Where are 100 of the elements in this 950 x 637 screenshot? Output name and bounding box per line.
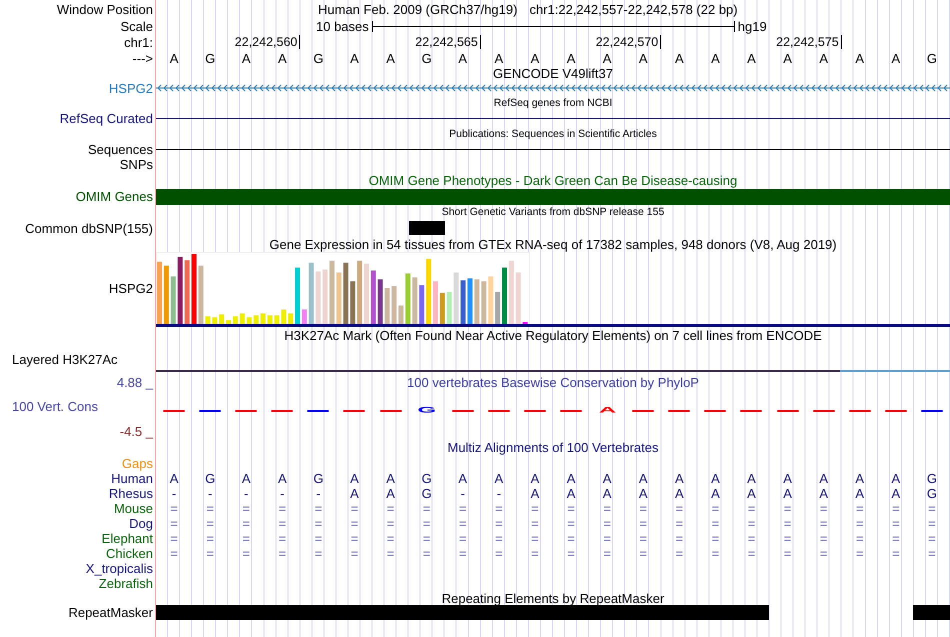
aligned-base: = bbox=[422, 547, 432, 560]
aligned-base: = bbox=[746, 502, 756, 515]
aligned-base: = bbox=[386, 502, 396, 515]
aligned-base: = bbox=[602, 502, 612, 515]
track-title: OMIM Gene Phenotypes - Dark Green Can Be Disease-causing bbox=[368, 174, 738, 186]
expression-bar bbox=[274, 315, 280, 324]
aligned-base: = bbox=[818, 547, 828, 560]
expression-bar bbox=[322, 270, 328, 324]
species-label[interactable]: Elephant bbox=[102, 532, 153, 545]
aligned-base: = bbox=[458, 532, 468, 545]
base-letter: G bbox=[420, 52, 433, 64]
aligned-base: = bbox=[927, 547, 937, 560]
track-title: Repeating Elements by RepeatMasker bbox=[440, 592, 666, 604]
track-label[interactable]: RepeatMasker bbox=[68, 606, 153, 619]
expression-bar bbox=[254, 315, 259, 324]
track-label[interactable]: HSPG2 bbox=[108, 282, 153, 295]
track-label[interactable]: RefSeq Curated bbox=[60, 112, 153, 125]
expression-bar bbox=[440, 292, 445, 324]
aligned-base: A bbox=[782, 472, 793, 485]
expression-bar bbox=[226, 320, 231, 324]
species-label[interactable]: X_tropicalis bbox=[86, 562, 153, 575]
aligned-base: = bbox=[891, 532, 901, 545]
aligned-base: = bbox=[314, 517, 324, 530]
aligned-base: = bbox=[566, 517, 576, 530]
expression-bar bbox=[336, 272, 342, 324]
aligned-base: = bbox=[169, 517, 179, 530]
aligned-base: = bbox=[891, 517, 901, 530]
row-label: Window Position bbox=[56, 2, 153, 16]
base-letter: A bbox=[674, 52, 685, 64]
aligned-base: = bbox=[241, 502, 252, 515]
aligned-base: = bbox=[169, 532, 179, 545]
aligned-base: = bbox=[205, 547, 215, 560]
axis-min-label: -4.5 _ bbox=[120, 424, 153, 438]
expression-bar bbox=[281, 309, 286, 324]
species-label[interactable]: Dog bbox=[129, 517, 153, 530]
track-label[interactable]: OMIM Genes bbox=[76, 190, 153, 203]
aligned-base: = bbox=[818, 502, 828, 515]
base-letter: A bbox=[854, 52, 866, 64]
species-label[interactable]: Mouse bbox=[114, 502, 153, 515]
aligned-base: = bbox=[638, 517, 648, 530]
aligned-base: = bbox=[710, 502, 720, 515]
aligned-base: = bbox=[458, 502, 468, 515]
aligned-base: = bbox=[386, 547, 396, 560]
aligned-base: = bbox=[422, 532, 432, 545]
aligned-base: - bbox=[460, 487, 466, 500]
species-label[interactable]: Chicken bbox=[106, 547, 153, 560]
expression-bar bbox=[460, 280, 466, 324]
aligned-base: = bbox=[891, 547, 901, 560]
aligned-base: A bbox=[457, 472, 468, 485]
expression-bar bbox=[495, 292, 500, 324]
species-label[interactable]: Zebrafish bbox=[98, 577, 153, 590]
expression-bar bbox=[192, 254, 196, 324]
track-title: 100 vertebrates Basewise Conservation by PhyloP bbox=[406, 376, 700, 388]
aligned-base: A bbox=[494, 472, 504, 485]
base-letter: A bbox=[638, 52, 649, 64]
expression-bar bbox=[364, 264, 369, 324]
expression-bar bbox=[370, 270, 376, 324]
aligned-base: = bbox=[854, 547, 865, 560]
base-letter: A bbox=[349, 52, 360, 64]
aligned-base: = bbox=[530, 517, 540, 530]
aligned-base: A bbox=[638, 487, 649, 500]
aligned-base: = bbox=[530, 502, 540, 515]
track-label[interactable]: SNPs bbox=[120, 158, 153, 170]
aligned-base: = bbox=[927, 502, 937, 515]
aligned-base: = bbox=[782, 547, 792, 560]
aligned-base: = bbox=[458, 517, 468, 530]
aligned-base: = bbox=[818, 517, 828, 530]
aligned-base: A bbox=[168, 472, 180, 485]
aligned-base: A bbox=[746, 472, 757, 485]
track-label[interactable]: Sequences bbox=[88, 142, 153, 156]
expression-bar bbox=[343, 262, 348, 324]
aligned-base: = bbox=[350, 502, 360, 515]
aligned-base: = bbox=[278, 517, 288, 530]
aligned-base: = bbox=[314, 547, 324, 560]
aligned-base: = bbox=[205, 517, 215, 530]
track-title: H3K27Ac Mark (Often Found Near Active Regulatory Elements) on 7 cell lines from ENCODE bbox=[283, 329, 823, 342]
expression-bar bbox=[508, 260, 514, 324]
track-label[interactable]: 100 Vert. Cons bbox=[12, 400, 98, 413]
aligned-base: = bbox=[278, 532, 288, 545]
logo-letter: G bbox=[417, 406, 436, 414]
species-label[interactable]: Rhesus bbox=[108, 487, 153, 500]
aligned-base: A bbox=[710, 472, 721, 485]
aligned-base: A bbox=[385, 487, 396, 500]
aligned-base: = bbox=[710, 517, 720, 530]
aligned-base: = bbox=[350, 532, 360, 545]
base-letter: A bbox=[530, 52, 540, 64]
track-label[interactable]: HSPG2 bbox=[108, 82, 153, 94]
aligned-base: G bbox=[926, 472, 938, 485]
aligned-base: A bbox=[818, 487, 829, 500]
expression-bar bbox=[240, 313, 245, 324]
assembly-text: Human Feb. 2009 (GRCh37/hg19) bbox=[318, 2, 518, 16]
aligned-base: = bbox=[350, 517, 360, 530]
track-label[interactable]: Layered H3K27Ac bbox=[12, 352, 118, 366]
aligned-base: A bbox=[782, 487, 793, 500]
aligned-base: = bbox=[458, 547, 468, 560]
track-label[interactable]: Common dbSNP(155) bbox=[25, 222, 153, 234]
aligned-base: = bbox=[674, 547, 684, 560]
species-label[interactable]: Human bbox=[111, 472, 153, 485]
expression-bar bbox=[378, 279, 383, 324]
aligned-base: A bbox=[674, 472, 685, 485]
